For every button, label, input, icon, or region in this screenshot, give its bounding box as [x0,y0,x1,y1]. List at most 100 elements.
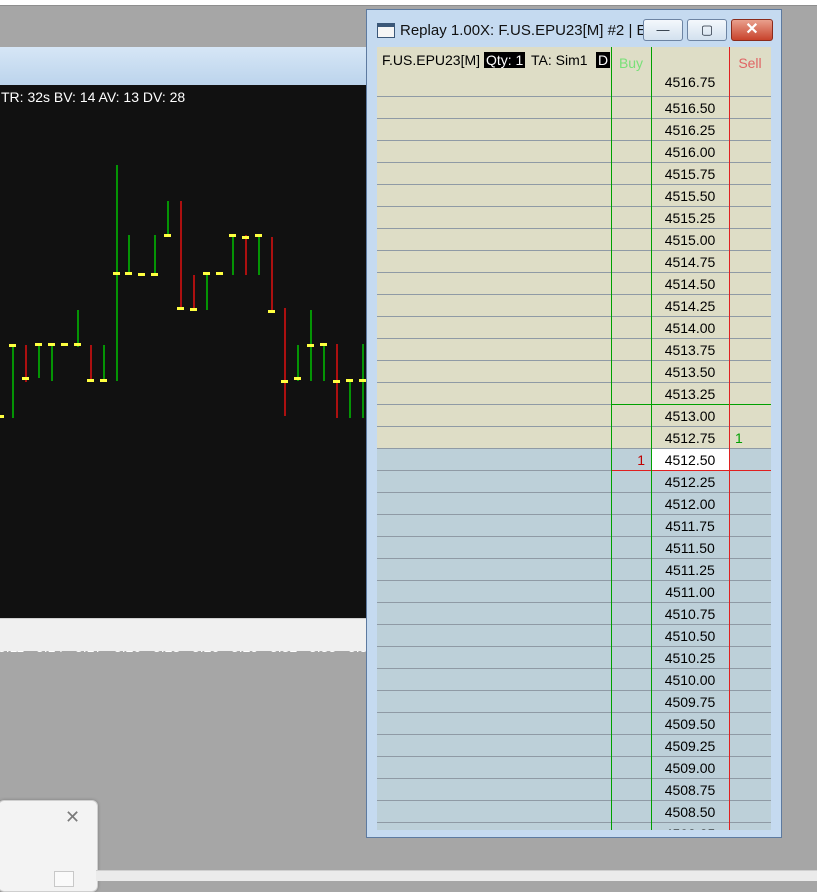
buy-order-cell[interactable] [611,295,651,317]
buy-order-cell[interactable] [611,251,651,273]
buy-order-cell[interactable] [611,647,651,669]
price-cell[interactable]: 4513.50 [651,361,729,383]
sell-order-cell[interactable]: 1 [729,427,771,449]
ladder-row[interactable]: 4508.50 [377,801,771,823]
sell-order-cell[interactable] [729,735,771,757]
sell-order-cell[interactable] [729,603,771,625]
sell-order-cell[interactable] [729,625,771,647]
sell-order-cell[interactable] [729,207,771,229]
sell-order-cell[interactable] [729,757,771,779]
price-cell[interactable]: 4509.25 [651,735,729,757]
price-cell[interactable]: 4515.00 [651,229,729,251]
price-cell[interactable]: 4512.00 [651,493,729,515]
buy-order-cell[interactable] [611,427,651,449]
sell-order-cell[interactable] [729,581,771,603]
account-label[interactable]: TA: Sim1 [531,52,588,68]
ladder-row[interactable]: 4512.25 [377,471,771,493]
ladder-row[interactable]: 4515.75 [377,163,771,185]
dom-window-titlebar[interactable]: Replay 1.00X: F.US.EPU23[M] #2 | E... — … [367,10,781,48]
price-cell[interactable]: 4513.00 [651,405,729,427]
ladder-row[interactable]: 4514.00 [377,317,771,339]
price-cell[interactable]: 4516.75 [651,75,729,97]
ladder-row[interactable]: 4510.25 [377,647,771,669]
ladder-row[interactable]: 4510.75 [377,603,771,625]
chart-plot-area[interactable]: TR: 32s BV: 14 AV: 13 DV: 28 5:115:145:1… [0,85,367,655]
buy-order-cell[interactable] [611,801,651,823]
minimize-button[interactable]: — [643,19,683,41]
sell-order-cell[interactable] [729,713,771,735]
buy-order-cell[interactable] [611,273,651,295]
ladder-row[interactable]: 4515.50 [377,185,771,207]
qty-selector[interactable]: Qty: 1 [484,52,526,68]
ladder-row-partial[interactable]: 4516.75 [377,75,771,97]
ladder-row[interactable]: 4508.75 [377,779,771,801]
price-cell[interactable]: 4511.75 [651,515,729,537]
ladder-row[interactable]: 4512.50 1 [377,449,771,471]
buy-order-cell[interactable] [611,97,651,119]
price-cell[interactable]: 4514.00 [651,317,729,339]
ladder-row[interactable]: 4512.00 [377,493,771,515]
price-cell[interactable]: 4512.50 [651,449,729,471]
buy-order-cell[interactable] [611,405,651,427]
ladder-row[interactable]: 4514.50 [377,273,771,295]
ladder-row[interactable]: 4510.50 [377,625,771,647]
price-cell[interactable]: 4511.00 [651,581,729,603]
sell-order-cell[interactable] [729,141,771,163]
sell-order-cell[interactable] [729,361,771,383]
price-cell[interactable]: 4510.00 [651,669,729,691]
buy-order-cell[interactable] [611,603,651,625]
price-cell[interactable]: 4513.25 [651,383,729,405]
buy-order-cell[interactable] [611,185,651,207]
buy-order-cell[interactable] [611,537,651,559]
ladder-row[interactable]: 4509.50 [377,713,771,735]
dialog-scrollbar[interactable] [54,871,74,887]
buy-order-cell[interactable] [611,735,651,757]
buy-order-cell[interactable] [611,229,651,251]
price-cell[interactable]: 4514.50 [651,273,729,295]
sell-order-cell[interactable] [729,691,771,713]
price-cell[interactable]: 4516.50 [651,97,729,119]
price-cell[interactable]: 4516.00 [651,141,729,163]
ladder-row[interactable]: 4508.25 [377,823,771,830]
sell-order-cell[interactable] [729,537,771,559]
sell-order-cell[interactable] [729,647,771,669]
price-cell[interactable]: 4515.75 [651,163,729,185]
ladder-row[interactable]: 4513.50 [377,361,771,383]
price-cell[interactable]: 4511.50 [651,537,729,559]
price-cell[interactable]: 4508.75 [651,779,729,801]
buy-order-cell[interactable] [611,383,651,405]
price-cell[interactable]: 4516.25 [651,119,729,141]
buy-order-cell[interactable] [611,757,651,779]
buy-order-cell[interactable] [611,119,651,141]
ladder-row[interactable]: 4512.75 1 [377,427,771,449]
ladder-row[interactable]: 4514.75 [377,251,771,273]
ladder-row[interactable]: 4513.75 [377,339,771,361]
price-cell[interactable]: 4509.50 [651,713,729,735]
ladder-row[interactable]: 4516.25 [377,119,771,141]
sell-order-cell[interactable] [729,383,771,405]
chart-window-titlebar[interactable] [0,47,366,86]
price-cell[interactable]: 4508.50 [651,801,729,823]
ladder-row[interactable]: 4509.75 [377,691,771,713]
buy-order-cell[interactable] [611,207,651,229]
ladder-row[interactable]: 4513.25 [377,383,771,405]
price-cell[interactable]: 4509.75 [651,691,729,713]
sell-order-cell[interactable] [729,251,771,273]
buy-order-cell[interactable] [611,581,651,603]
sell-order-cell[interactable] [729,493,771,515]
buy-order-cell[interactable] [611,669,651,691]
price-cell[interactable]: 4515.50 [651,185,729,207]
ladder-row[interactable]: 4516.50 [377,97,771,119]
dom-ladder-grid[interactable]: 4516.75 4516.50 4516.25 4516.00 4515.75 4515.… [377,47,771,830]
buy-order-cell[interactable] [611,339,651,361]
price-cell[interactable]: 4508.25 [651,823,729,830]
buy-order-cell[interactable] [611,779,651,801]
ladder-row[interactable]: 4511.25 [377,559,771,581]
sell-order-cell[interactable] [729,273,771,295]
price-cell[interactable]: 4514.75 [651,251,729,273]
sell-order-cell[interactable] [729,339,771,361]
sell-order-cell[interactable] [729,119,771,141]
ladder-row[interactable]: 4515.25 [377,207,771,229]
dialog-close-icon[interactable]: ✕ [65,807,80,828]
buy-order-cell[interactable] [611,691,651,713]
